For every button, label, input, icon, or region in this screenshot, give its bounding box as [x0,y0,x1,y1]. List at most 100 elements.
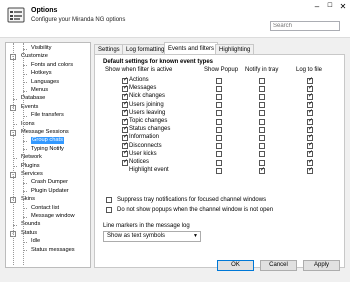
event-log-checkbox[interactable] [307,110,313,117]
event-filter-checkbox[interactable] [122,118,128,125]
event-row-label: Highlight event [129,167,169,174]
column-header-log: Log to file [296,67,323,73]
tree-item[interactable]: File transfers [31,112,64,119]
event-filter-checkbox[interactable] [122,159,128,166]
event-tray-checkbox[interactable] [259,110,265,117]
tab-settings[interactable]: Settings [94,44,124,54]
tree-item[interactable]: Status messages [31,247,75,254]
event-popup-checkbox[interactable] [216,151,222,158]
event-popup-checkbox[interactable] [216,77,222,84]
event-popup-checkbox[interactable] [216,93,222,100]
tree-item[interactable]: Network [21,154,42,161]
search-input[interactable] [270,21,340,31]
tree-line [23,43,24,265]
event-log-checkbox[interactable] [307,134,313,141]
suppress-tray-label: Suppress tray notifications for focused … [117,197,267,203]
event-tray-checkbox[interactable] [259,102,265,109]
event-popup-checkbox[interactable] [216,118,222,125]
event-row-label: Status changes [129,126,171,133]
event-popup-checkbox[interactable] [216,143,222,150]
suppress-tray-checkbox[interactable] [106,197,112,203]
event-log-checkbox[interactable] [307,85,313,92]
event-log-checkbox[interactable] [307,151,313,158]
event-row-label: Information [129,134,160,141]
event-log-checkbox[interactable] [307,102,313,109]
tree-item[interactable]: Customize [21,53,48,60]
event-filter-checkbox[interactable] [122,151,128,158]
tree-item[interactable]: Services [21,171,43,178]
event-tray-checkbox[interactable] [259,159,265,166]
event-filter-checkbox[interactable] [122,110,128,117]
tab-highlighting[interactable]: Highlighting [215,44,255,54]
close-icon[interactable]: ✕ [337,2,349,11]
event-log-checkbox[interactable] [307,77,313,84]
event-tray-checkbox[interactable] [259,126,265,133]
line-markers-value: Show as text symbols [107,233,166,239]
tree-item[interactable]: Menus [31,87,48,94]
event-filter-checkbox[interactable] [122,143,128,150]
cancel-button[interactable]: Cancel [260,260,297,271]
tree-item[interactable]: Message window [31,213,75,220]
tree-item[interactable]: Hotkeys [31,70,52,77]
line-markers-select[interactable]: Show as text symbols ▼ [103,231,201,242]
event-tray-checkbox[interactable] [259,118,265,125]
column-header-filter: Show when filter is active [105,67,173,73]
event-tray-checkbox[interactable] [259,143,265,150]
no-popups-checkbox[interactable] [106,207,112,213]
tree-item[interactable]: Typing Notify [31,146,64,153]
options-window: Options Configure your Miranda NG option… [0,0,350,282]
options-app-icon [7,7,25,23]
ok-button[interactable]: OK [217,260,254,271]
tree-item[interactable]: Database [21,95,45,102]
event-tray-checkbox[interactable] [259,167,265,174]
apply-button[interactable]: Apply [303,260,340,271]
event-popup-checkbox[interactable] [216,167,222,174]
tree-item[interactable]: Crash Dumper [31,179,68,186]
event-tray-checkbox[interactable] [259,93,265,100]
event-popup-checkbox[interactable] [216,102,222,109]
event-popup-checkbox[interactable] [216,134,222,141]
event-tray-checkbox[interactable] [259,134,265,141]
column-header-tray: Notify in tray [245,67,279,73]
tab-log-formatting[interactable]: Log formatting [122,44,169,54]
tree-item[interactable]: Languages [31,79,59,86]
window-title: Options [31,7,58,14]
event-log-checkbox[interactable] [307,118,313,125]
event-tray-checkbox[interactable] [259,151,265,158]
event-popup-checkbox[interactable] [216,126,222,133]
event-log-checkbox[interactable] [307,159,313,166]
maximize-icon[interactable]: ☐ [324,2,336,11]
tree-item[interactable]: Plugin Updater [31,188,69,195]
event-row-label: Nick changes [129,93,166,100]
event-popup-checkbox[interactable] [216,159,222,166]
tab-events-and-filters[interactable]: Events and filters [164,42,219,54]
tree-item[interactable]: Fonts and colors [31,62,73,69]
event-filter-checkbox[interactable] [122,77,128,84]
event-log-checkbox[interactable] [307,143,313,150]
event-tray-checkbox[interactable] [259,77,265,84]
event-filter-checkbox[interactable] [122,102,128,109]
event-row-label: Disconnects [129,142,162,149]
event-row-label: Users leaving [129,109,166,116]
tree-line [13,43,14,265]
event-filter-checkbox[interactable] [122,126,128,133]
header: Options Configure your Miranda NG option… [0,0,350,38]
tree-item[interactable]: Message Sessions [21,129,69,136]
event-filter-checkbox[interactable] [122,93,128,100]
options-tree[interactable]: Visibility Customize − Fonts and colors Hotk… [5,42,91,268]
event-row-label: Notices [129,159,150,165]
event-log-checkbox[interactable] [307,167,313,174]
event-log-checkbox[interactable] [307,126,313,133]
event-filter-checkbox[interactable] [122,85,128,92]
event-tray-checkbox[interactable] [259,85,265,92]
tree-item[interactable]: Idle [31,238,40,245]
minimize-icon[interactable]: – [311,2,323,11]
event-filter-checkbox[interactable] [122,134,128,141]
event-popup-checkbox[interactable] [216,110,222,117]
event-log-checkbox[interactable] [307,93,313,100]
tree-item[interactable]: Visibility [31,45,51,52]
event-popup-checkbox[interactable] [216,85,222,92]
event-row-label: Actions [129,77,149,83]
tree-item[interactable]: Group chats [31,137,64,145]
tree-item[interactable]: Contact list [31,205,59,212]
